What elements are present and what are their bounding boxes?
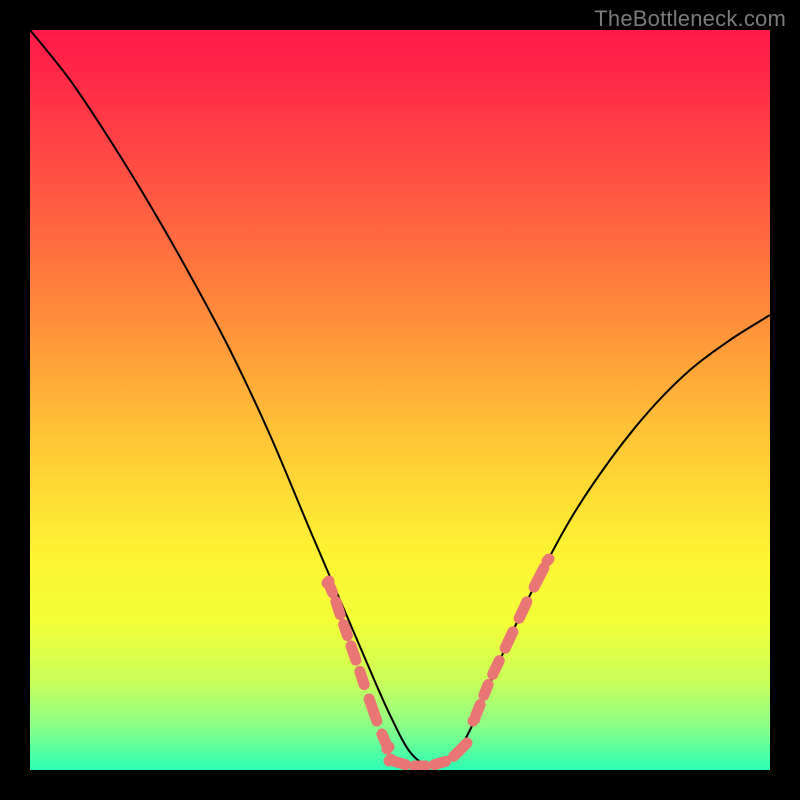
dash-marker xyxy=(351,646,356,660)
dash-marker xyxy=(369,699,377,721)
dash-marker xyxy=(534,568,544,587)
dash-marker xyxy=(465,743,467,745)
dash-marker xyxy=(547,559,549,561)
dash-marker xyxy=(505,632,513,649)
dash-marker xyxy=(389,759,391,761)
dash-marker xyxy=(435,761,446,764)
dash-marker xyxy=(473,719,475,721)
watermark-text: TheBottleneck.com xyxy=(594,6,786,32)
dash-marker xyxy=(484,685,488,696)
chart-curve xyxy=(30,30,770,766)
dash-marker xyxy=(344,625,348,636)
dash-marker xyxy=(454,748,463,757)
dash-marker xyxy=(395,761,406,764)
dash-marker xyxy=(387,747,389,749)
dash-marker xyxy=(336,601,340,614)
dash-marker xyxy=(382,734,386,744)
curve-path xyxy=(30,30,770,766)
chart-dashed-markers xyxy=(327,559,549,766)
dash-marker xyxy=(360,671,364,684)
dash-marker xyxy=(327,581,329,583)
dash-marker xyxy=(519,602,527,619)
dash-marker xyxy=(493,661,500,675)
chart-svg xyxy=(30,30,770,770)
chart-plot-area xyxy=(30,30,770,770)
